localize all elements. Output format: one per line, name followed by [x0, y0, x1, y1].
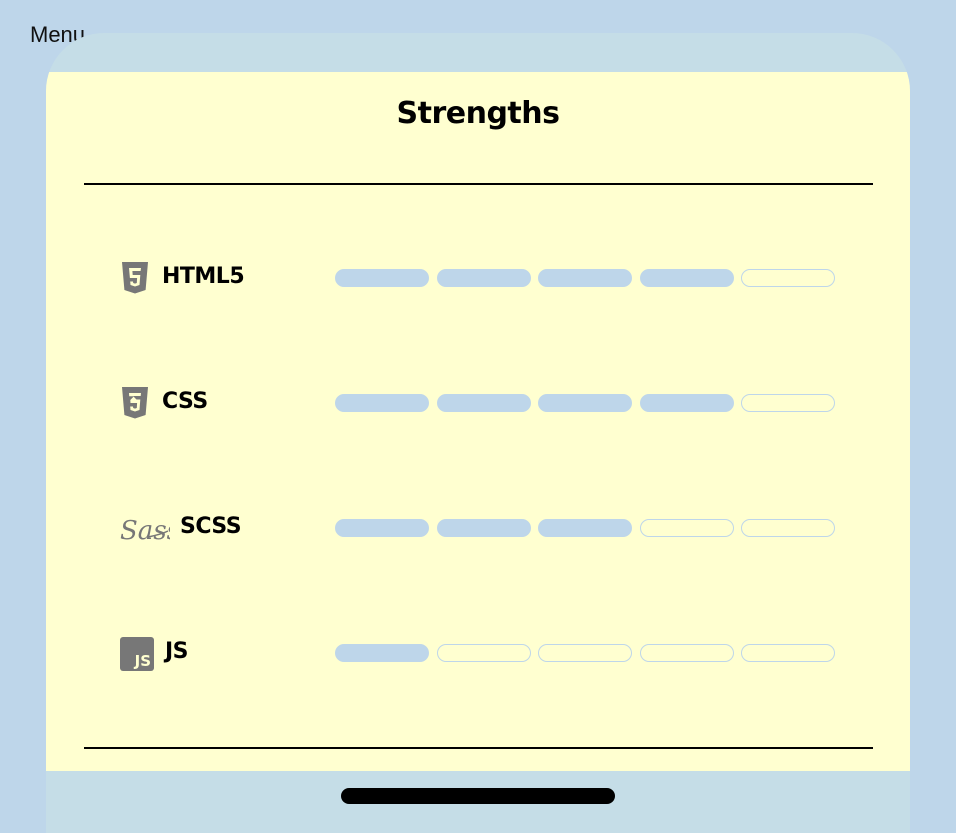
- skill-name: SCSS: [180, 514, 242, 539]
- phone-frame: Strengths HTML5 CSS Sas SCSS JS JS: [46, 33, 910, 833]
- level-bar-empty: [538, 644, 632, 662]
- level-bar-filled: [436, 394, 531, 412]
- level-bar-filled: [335, 519, 429, 537]
- level-bar-filled: [538, 519, 632, 537]
- css3-icon: [120, 386, 150, 420]
- level-bar-empty: [436, 644, 531, 662]
- svg-text:JS: JS: [134, 652, 151, 670]
- skill-row-js: JS JS: [46, 634, 910, 674]
- skill-name: CSS: [162, 389, 208, 414]
- level-bar-empty: [741, 394, 835, 412]
- bottom-divider: [84, 747, 873, 749]
- level-bar-filled: [639, 394, 734, 412]
- level-bar-filled: [639, 269, 734, 287]
- skill-level-bars: [335, 269, 839, 289]
- javascript-icon: JS: [120, 637, 154, 671]
- level-bar-filled: [335, 644, 429, 662]
- strengths-card: Strengths HTML5 CSS Sas SCSS JS JS: [46, 72, 910, 771]
- level-bar-empty: [741, 269, 835, 287]
- skill-row-scss: Sass SCSS: [46, 509, 910, 549]
- level-bar-filled: [335, 269, 429, 287]
- skill-level-bars: [335, 394, 839, 414]
- level-bar-filled: [335, 394, 429, 412]
- skill-name: JS: [165, 639, 189, 664]
- level-bar-empty: [741, 644, 835, 662]
- card-title: Strengths: [396, 96, 560, 131]
- skill-name: HTML5: [162, 264, 245, 289]
- skill-level-bars: [335, 644, 839, 664]
- level-bar-filled: [436, 269, 531, 287]
- skill-row-html5: HTML5: [46, 259, 910, 299]
- skill-row-css: CSS: [46, 384, 910, 424]
- sass-icon: Sass: [118, 511, 180, 546]
- level-bar-filled: [538, 394, 632, 412]
- html5-icon: [120, 261, 150, 295]
- top-divider: [84, 183, 873, 185]
- home-indicator[interactable]: [341, 788, 615, 804]
- level-bar-filled: [538, 269, 632, 287]
- level-bar-empty: [741, 519, 835, 537]
- level-bar-empty: [639, 519, 734, 537]
- level-bar-filled: [436, 519, 531, 537]
- svg-text:Sass: Sass: [120, 516, 170, 546]
- skill-level-bars: [335, 519, 839, 539]
- level-bar-empty: [639, 644, 734, 662]
